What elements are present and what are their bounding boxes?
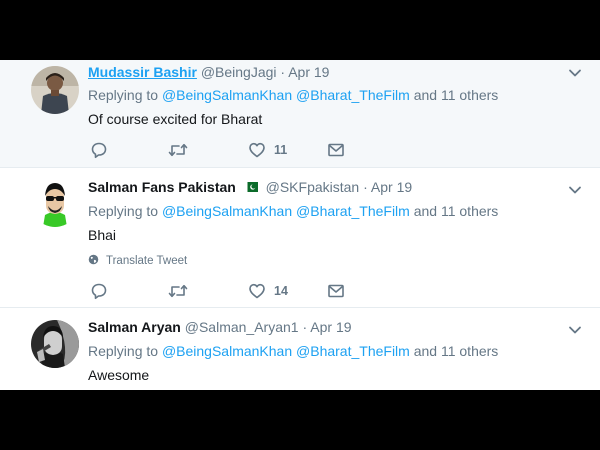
- tweet-header: Salman Aryan @Salman_Aryan1 · Apr 19: [88, 317, 352, 337]
- separator: ·: [363, 179, 368, 195]
- retweet-button[interactable]: [168, 140, 188, 160]
- tweet-header: Mudassir Bashir @BeingJagi · Apr 19: [88, 62, 329, 82]
- tweet-actions: 11: [88, 140, 388, 160]
- avatar-image: [31, 320, 79, 368]
- author-handle[interactable]: @SKFpakistan: [266, 179, 360, 195]
- like-count: 11: [274, 143, 288, 157]
- replying-prefix: Replying to: [88, 343, 159, 359]
- replying-others[interactable]: and 11 others: [414, 87, 499, 103]
- like-button[interactable]: 14: [248, 281, 288, 301]
- tweet-feed: Mudassir Bashir @BeingJagi · Apr 19 Repl…: [0, 60, 600, 390]
- tweet-item[interactable]: Salman Aryan @Salman_Aryan1 · Apr 19 Rep…: [0, 307, 600, 390]
- reply-button[interactable]: [90, 281, 108, 301]
- translate-tweet-link[interactable]: Translate Tweet: [88, 253, 187, 269]
- envelope-icon: [328, 143, 344, 157]
- replying-to: Replying to @BeingSalmanKhan @Bharat_The…: [88, 341, 498, 361]
- heart-icon: [249, 283, 265, 299]
- avatar[interactable]: [31, 179, 79, 227]
- tweet-header: Salman Fans Pakistan @SKFpakistan · Apr …: [88, 177, 412, 197]
- mention-link[interactable]: @Bharat_TheFilm: [296, 203, 410, 219]
- heart-icon: [249, 142, 265, 158]
- avatar[interactable]: [31, 66, 79, 114]
- replying-others[interactable]: and 11 others: [414, 203, 499, 219]
- tweet-date[interactable]: Apr 19: [371, 179, 412, 195]
- mention-link[interactable]: @BeingSalmanKhan: [162, 87, 292, 103]
- message-button[interactable]: [327, 281, 345, 301]
- author-handle[interactable]: @Salman_Aryan1: [185, 319, 299, 335]
- tweet-actions: 14: [88, 281, 388, 301]
- avatar[interactable]: [31, 320, 79, 368]
- pakistan-flag-icon: [243, 182, 258, 193]
- replying-to: Replying to @BeingSalmanKhan @Bharat_The…: [88, 201, 498, 221]
- replying-prefix: Replying to: [88, 203, 159, 219]
- tweet-date[interactable]: Apr 19: [288, 64, 329, 80]
- tweet-text: Awesome: [88, 367, 150, 383]
- mention-link[interactable]: @Bharat_TheFilm: [296, 343, 410, 359]
- retweet-icon: [168, 143, 188, 157]
- tweet-item[interactable]: Mudassir Bashir @BeingJagi · Apr 19 Repl…: [0, 60, 600, 168]
- reply-icon: [91, 283, 107, 300]
- chevron-down-icon[interactable]: [568, 183, 582, 197]
- author-handle[interactable]: @BeingJagi: [201, 64, 277, 80]
- tweet-item[interactable]: Salman Fans Pakistan @SKFpakistan · Apr …: [0, 167, 600, 308]
- mention-link[interactable]: @BeingSalmanKhan: [162, 203, 292, 219]
- tweet-text: Of course excited for Bharat: [88, 111, 263, 127]
- author-name[interactable]: Mudassir Bashir: [88, 64, 197, 80]
- replying-others[interactable]: and 11 others: [414, 343, 499, 359]
- mention-link[interactable]: @BeingSalmanKhan: [162, 343, 292, 359]
- avatar-image: [31, 179, 79, 227]
- reply-button[interactable]: [90, 140, 108, 160]
- like-count: 14: [274, 284, 288, 298]
- replying-to: Replying to @BeingSalmanKhan @Bharat_The…: [88, 85, 498, 105]
- replying-prefix: Replying to: [88, 87, 159, 103]
- chevron-down-icon[interactable]: [568, 323, 582, 337]
- retweet-icon: [168, 284, 188, 298]
- tweet-text: Bhai: [88, 227, 117, 243]
- like-button[interactable]: 11: [248, 140, 287, 160]
- retweet-button[interactable]: [168, 281, 188, 301]
- reply-icon: [91, 142, 107, 159]
- author-name[interactable]: Salman Fans Pakistan: [88, 179, 236, 195]
- message-button[interactable]: [327, 140, 345, 160]
- translate-label[interactable]: Translate Tweet: [106, 255, 187, 267]
- globe-icon: [88, 255, 99, 265]
- avatar-image: [31, 66, 79, 114]
- chevron-down-icon[interactable]: [568, 66, 582, 80]
- mention-link[interactable]: @Bharat_TheFilm: [296, 87, 410, 103]
- author-name[interactable]: Salman Aryan: [88, 319, 181, 335]
- separator: ·: [302, 319, 308, 335]
- separator: ·: [280, 64, 286, 80]
- envelope-icon: [328, 284, 344, 298]
- tweet-date[interactable]: Apr 19: [310, 319, 351, 335]
